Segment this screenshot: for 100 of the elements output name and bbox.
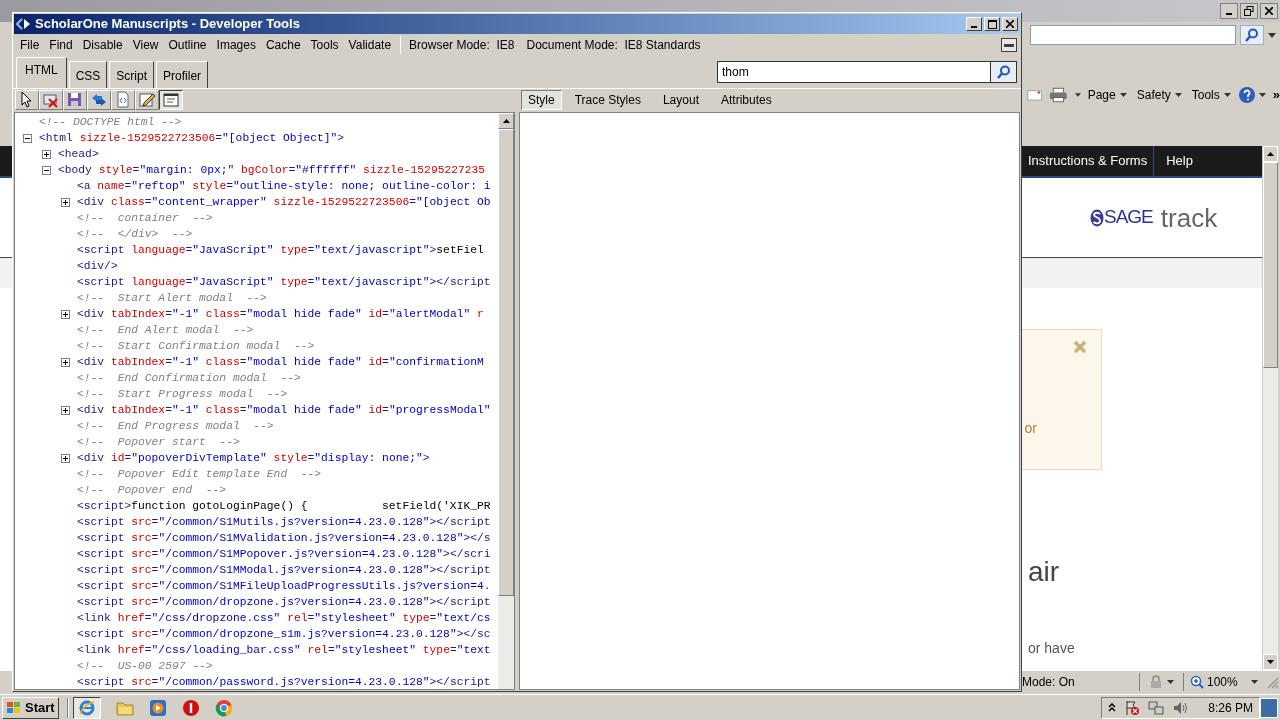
caret-icon[interactable] (1074, 93, 1081, 97)
scrollbar[interactable] (498, 113, 514, 689)
close-button[interactable] (1260, 3, 1278, 19)
network-icon[interactable] (1148, 699, 1165, 716)
tree-toggle-icon[interactable] (23, 133, 32, 143)
mode-menu[interactable]: Browser Mode: IE8 (405, 35, 519, 55)
help-button[interactable] (1237, 86, 1266, 104)
search-field[interactable]: thom (717, 61, 991, 83)
scroll-down-button[interactable] (1263, 654, 1278, 670)
comment-line[interactable]: <!-- End Alert modal --> (77, 322, 254, 338)
tab[interactable]: Profiler (156, 61, 209, 88)
search-button[interactable] (1240, 25, 1264, 45)
markup-line[interactable]: <script src="/common/dropzone.js?version=4.23.0.128"></script (77, 594, 491, 610)
menu-item[interactable]: View (127, 35, 164, 55)
scrollbar[interactable] (1262, 146, 1278, 670)
menu-button[interactable]: Safety (1136, 86, 1182, 104)
markup-line[interactable]: <script src="/common/S1MFileUploadProgressUtils.js?version=4. (77, 578, 491, 594)
comment-line[interactable]: <!-- Popover end --> (77, 482, 227, 498)
scroll-thumb[interactable] (498, 129, 514, 596)
caret-icon[interactable] (1268, 32, 1276, 38)
tree-toggle-icon[interactable] (61, 405, 70, 415)
pane-tab[interactable]: Layout (653, 89, 708, 110)
markup-line[interactable]: <script>function gotoLoginPage() { setField('XIK_PR (77, 498, 491, 514)
comment-line[interactable]: <!-- Start Confirmation modal --> (77, 338, 315, 354)
markup-line[interactable]: <a name="reftop" style="outline-style: none; outline-color: i (77, 178, 491, 194)
media-player-icon[interactable] (148, 698, 167, 717)
comment-line[interactable]: <!-- Popover Edit template End --> (77, 466, 322, 482)
menu-item[interactable]: Outline (163, 35, 212, 55)
markup-line[interactable]: <div tabIndex="-1" class="modal hide fade" id="alertModal" r (77, 306, 484, 322)
menu-item[interactable]: Validate (343, 35, 397, 55)
tab[interactable]: CSS (68, 61, 108, 88)
logo-product: track (1160, 204, 1218, 231)
menu-item[interactable]: Images (211, 35, 261, 55)
pane-tab[interactable]: Trace Styles (565, 89, 650, 110)
comment-line[interactable]: <!-- US-00 2597 --> (77, 658, 213, 674)
more-button[interactable]: » (1272, 85, 1280, 105)
nav-link[interactable]: Help (1154, 146, 1205, 176)
markup-line[interactable]: <script src="/common/S1MPopover.js?version=4.23.0.128"></scri (77, 546, 491, 562)
markup-line[interactable]: <script language="JavaScript" type="text/javascript">setFiel (77, 242, 484, 258)
minimize-button[interactable] (1220, 3, 1238, 19)
maximize-button[interactable] (984, 17, 1000, 31)
tree-toggle-icon[interactable] (61, 309, 70, 319)
pane-tab[interactable]: Style (521, 89, 562, 110)
printer-icon[interactable] (1049, 86, 1068, 104)
chevron-up-icon[interactable] (1108, 703, 1117, 712)
tree-toggle-icon[interactable] (61, 453, 70, 463)
tree-toggle-icon[interactable] (61, 197, 70, 207)
comment-line[interactable]: <!-- Start Progress modal --> (77, 386, 288, 402)
comment-line[interactable]: <!-- Popover start --> (77, 434, 240, 450)
comment-line[interactable]: <!-- End Progress modal --> (77, 418, 274, 434)
markup-line[interactable]: <link href="/css/loading_bar.css" rel="stylesheet" type="text (77, 642, 491, 658)
restore-button[interactable] (1240, 3, 1258, 19)
scroll-thumb[interactable] (1263, 162, 1278, 368)
markup-line[interactable]: <head> (58, 146, 99, 162)
dock-button[interactable] (1001, 38, 1017, 52)
mode-menu[interactable]: Document Mode: IE8 Standards (522, 35, 705, 55)
clock[interactable]: 8:26 PM (1208, 698, 1253, 717)
comment-line[interactable]: <!-- End Confirmation modal --> (77, 370, 301, 386)
menu-item[interactable]: Cache (260, 35, 306, 55)
markup-line[interactable]: <div class="content_wrapper" sizzle-1529522723506="[object Ob (77, 194, 491, 210)
menu-item[interactable]: File (15, 35, 45, 55)
search-field[interactable] (1030, 25, 1236, 45)
menu-item[interactable]: Tools (305, 35, 344, 55)
markup-line[interactable]: <script src="/common/S1Mutils.js?version=4.23.0.128"></script (77, 514, 491, 530)
comment-line[interactable]: <!-- Start Alert modal --> (77, 290, 267, 306)
menu-button[interactable]: Page (1087, 86, 1127, 104)
markup-line[interactable]: <div/> (77, 258, 118, 274)
tab[interactable]: Script (109, 61, 155, 88)
menu-item[interactable]: Find (44, 35, 78, 55)
browser-icon[interactable] (72, 696, 101, 719)
scroll-up-button[interactable] (1263, 146, 1278, 162)
menu-item[interactable]: Disable (77, 35, 128, 55)
tree-toggle-icon[interactable] (42, 149, 51, 159)
tab[interactable]: HTML (16, 57, 67, 88)
markup-line[interactable]: <body style="margin: 0px;" bgColor="#ffffff" sizzle-15295227235 (58, 162, 486, 178)
comment-line[interactable]: <!-- container --> (77, 210, 213, 226)
markup-line[interactable]: <script src="/common/dropzone_s1m.js?version=4.23.0.128"></sc (77, 626, 491, 642)
tree-toggle-icon[interactable] (42, 165, 51, 175)
toolbar-button[interactable] (159, 89, 183, 110)
comment-line[interactable]: <!-- DOCTYPE html --> (39, 114, 182, 130)
menu-button[interactable]: Tools (1191, 86, 1231, 104)
markup-line[interactable]: <script src="/common/password.js?version=4.23.0.128"></script (77, 674, 491, 689)
pane-tab[interactable]: Attributes (711, 89, 781, 110)
comment-line[interactable]: <!-- </div> --> (77, 226, 193, 242)
markup-line[interactable]: <script src="/common/S1MModal.js?version=4.23.0.128"></script (77, 562, 491, 578)
start-button[interactable]: Start (2, 696, 59, 719)
tree-toggle-icon[interactable] (61, 357, 70, 367)
stop-icon[interactable] (181, 698, 200, 717)
zoom-button[interactable]: 100% (1184, 672, 1264, 691)
markup-line[interactable]: <div id="popoverDivTemplate" style="display: none;"> (77, 450, 430, 466)
markup-line[interactable]: <html sizzle-1529522723506="[object Object]"> (39, 130, 345, 146)
markup-line[interactable]: <link href="/css/dropzone.css" rel="stylesheet" type="text/cs (77, 610, 491, 626)
show-desktop-button[interactable] (1260, 697, 1278, 718)
markup-line[interactable]: <div tabIndex="-1" class="modal hide fade" id="progressModal" (77, 402, 491, 418)
markup-line[interactable]: <script language="JavaScript" type="text/javascript"></script (77, 274, 491, 290)
flag-icon[interactable] (1124, 699, 1141, 716)
scroll-up-button[interactable] (498, 113, 514, 129)
markup-line[interactable]: <script src="/common/S1MValidation.js?version=4.23.0.128"></s (77, 530, 491, 546)
search-button[interactable] (991, 61, 1017, 83)
markup-line[interactable]: <div tabIndex="-1" class="modal hide fade" id="confirmationM (77, 354, 484, 370)
